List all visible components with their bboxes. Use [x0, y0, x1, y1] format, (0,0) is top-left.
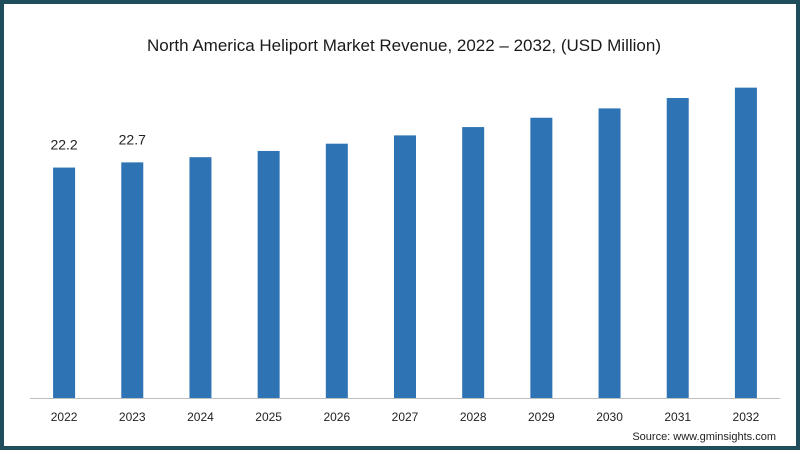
bar-2025 [257, 150, 280, 398]
bar-2028 [462, 127, 485, 398]
x-tick-label: 2027 [392, 410, 419, 424]
x-tick-label: 2025 [255, 410, 282, 424]
bar-2027 [394, 135, 416, 399]
bar-2030 [598, 108, 621, 398]
bar-2023 [121, 162, 144, 398]
x-tick-label: 2030 [596, 410, 623, 424]
x-tick-label: 2029 [528, 410, 555, 424]
source-note: Source: www.gminsights.com [632, 431, 776, 443]
x-tick-label: 2026 [323, 410, 350, 424]
bar-2032 [734, 87, 757, 398]
x-tick-label: 2028 [460, 410, 487, 424]
x-tick-label: 2023 [119, 410, 146, 424]
data-label: 22.7 [119, 131, 146, 147]
bar-2024 [189, 157, 212, 398]
bar-chart: 2022 22.2 2023 22.7 2024 2025 2026 2027 2028 2029… [30, 87, 780, 424]
bar-2031 [666, 98, 689, 398]
bar-2029 [530, 117, 553, 399]
bar-2022 [53, 167, 76, 398]
chart-frame: North America Heliport Market Revenue, 2… [0, 0, 800, 450]
x-tick-label: 2022 [51, 410, 78, 424]
x-tick-label: 2024 [187, 410, 214, 424]
x-tick-label: 2032 [733, 410, 760, 424]
data-label: 22.2 [50, 137, 77, 153]
bar-2026 [325, 143, 348, 398]
x-tick-label: 2031 [664, 410, 691, 424]
